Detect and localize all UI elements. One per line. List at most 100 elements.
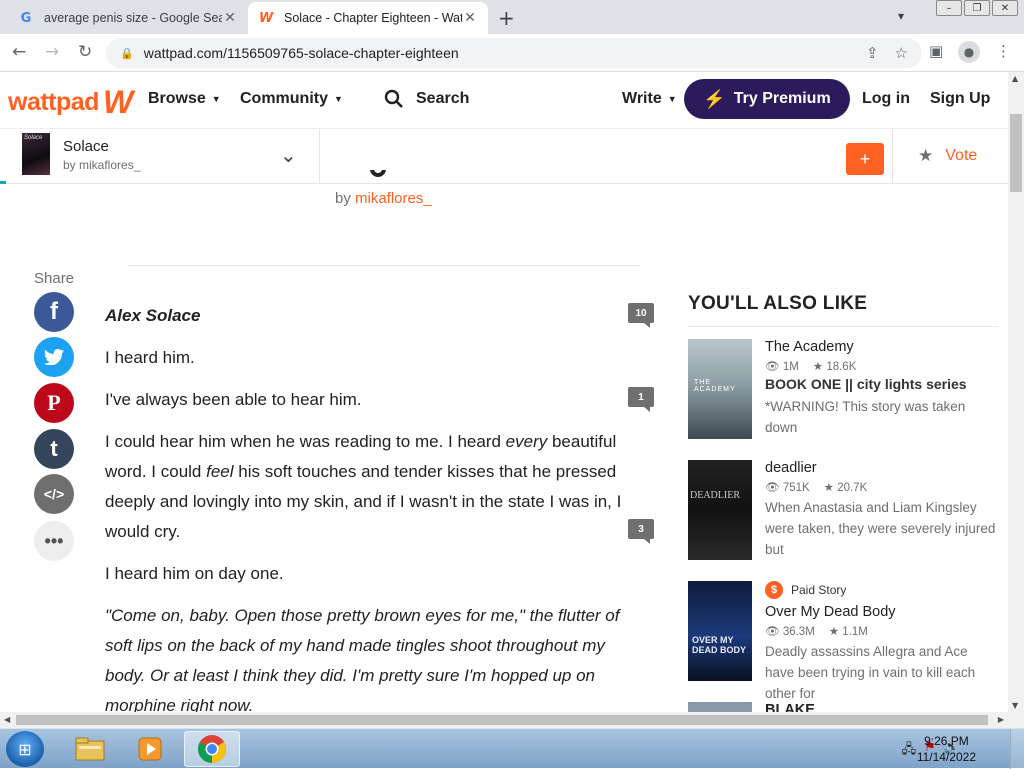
recommended-story[interactable]: DEADLIER deadlier 👁 751K ★ 20.7K When An…	[688, 460, 1000, 560]
scrollbar-thumb[interactable]	[1010, 114, 1022, 192]
caret-down-icon: ▼	[667, 93, 677, 104]
login-link[interactable]: Log in	[862, 90, 910, 108]
browse-menu[interactable]: Browse ▼	[148, 90, 221, 108]
paragraph: I've always been able to hear him.	[105, 390, 362, 409]
scroll-up-arrow-icon[interactable]: ▲	[1012, 74, 1018, 83]
story-title[interactable]: BLAKE	[765, 702, 1000, 712]
recommendations-heading: YOU'LL ALSO LIKE	[688, 293, 868, 314]
back-arrow-icon[interactable]: ←	[12, 42, 26, 62]
story-description: *WARNING! This story was taken down	[765, 399, 966, 435]
twitter-share-button[interactable]	[34, 337, 74, 377]
horizontal-scrollbar[interactable]: ◀ ▶	[0, 712, 1024, 728]
media-player-icon	[138, 737, 162, 761]
forward-arrow-icon[interactable]: →	[45, 42, 59, 62]
recommended-story[interactable]: THE ACADEMY The Academy 👁 1M ★ 18.6K BOO…	[688, 339, 1000, 439]
network-icon[interactable]: 🖧	[902, 740, 917, 762]
side-panel-icon[interactable]: ▣	[929, 42, 943, 60]
file-explorer-taskbar-button[interactable]	[62, 731, 118, 767]
close-icon[interactable]: ✕	[462, 10, 478, 26]
browser-toolbar: ← → ↻ 🔒 wattpad.com/1156509765-solace-ch…	[0, 34, 1024, 72]
close-icon[interactable]: ✕	[222, 10, 238, 26]
page-viewport: wattpad W Browse ▼ Community ▼ Search Writ…	[0, 72, 1008, 712]
taskbar-clock[interactable]: 9:26 PM 11/14/2022	[917, 733, 976, 765]
inline-comment-count[interactable]: 10	[628, 303, 654, 328]
code-embed-icon: </>	[43, 486, 65, 502]
embed-share-button[interactable]: </>	[34, 474, 74, 514]
chrome-taskbar-button[interactable]	[184, 731, 240, 767]
inline-comment-count[interactable]: 3	[628, 519, 654, 544]
write-menu[interactable]: Write ▼	[622, 90, 677, 108]
reads-count: 36.3M	[782, 626, 815, 638]
text-run-italic: feel	[206, 462, 234, 481]
chapter-title-fragment	[370, 170, 390, 186]
lightning-bolt-icon: ⚡	[703, 88, 726, 109]
maximize-button[interactable]: ❐	[964, 0, 990, 16]
paragraph: I could hear him when he was reading to …	[105, 427, 630, 547]
community-label: Community	[240, 90, 328, 107]
story-title[interactable]: Over My Dead Body	[765, 604, 1000, 620]
start-button-windows-icon[interactable]: ⊞	[6, 731, 44, 767]
try-premium-button[interactable]: ⚡ Try Premium	[684, 79, 850, 119]
tab-google-search[interactable]: G average penis size - Google Sear ✕	[8, 2, 248, 34]
story-cover[interactable]: DEADLIER	[688, 460, 752, 560]
inline-comment-count[interactable]: 1	[628, 387, 654, 412]
clock-date: 11/14/2022	[916, 750, 976, 764]
vertical-scrollbar[interactable]: ▲ ▼	[1008, 72, 1024, 712]
community-menu[interactable]: Community ▼	[240, 90, 343, 108]
facebook-share-button[interactable]: f	[34, 292, 74, 332]
star-icon: ★	[823, 482, 834, 494]
wattpad-logo[interactable]: wattpad W	[8, 84, 133, 121]
tumblr-share-button[interactable]: t	[34, 429, 74, 469]
premium-label: Try Premium	[733, 90, 831, 107]
story-title[interactable]: deadlier	[765, 460, 1000, 476]
story-tagline: BOOK ONE || city lights series	[765, 376, 967, 392]
chapter-list-chevron-icon[interactable]: ⌄	[280, 143, 297, 168]
story-title[interactable]: The Academy	[765, 339, 1000, 355]
scrollbar-thumb[interactable]	[16, 715, 988, 725]
windows-taskbar: ⊞ 🖧 ⚑ 🔊 9:26 PM 11/14/2022	[0, 728, 1024, 769]
story-cover[interactable]	[688, 702, 752, 712]
story-cover[interactable]: OVER MY DEAD BODY	[688, 581, 752, 681]
google-g-icon: G	[20, 10, 32, 26]
story-author: by mikaflores_	[63, 158, 141, 172]
media-player-taskbar-button[interactable]	[122, 731, 178, 767]
scroll-right-arrow-icon[interactable]: ▶	[998, 715, 1004, 724]
star-icon: ★	[918, 146, 934, 165]
vote-button[interactable]: ★ Vote	[918, 146, 977, 166]
search-button[interactable]: Search	[384, 89, 469, 109]
search-label: Search	[416, 90, 470, 107]
signup-link[interactable]: Sign Up	[930, 90, 990, 108]
browse-label: Browse	[148, 90, 206, 107]
pinterest-share-button[interactable]: P	[34, 383, 74, 423]
minimize-button[interactable]: –	[936, 0, 962, 16]
browser-tab-strip: G average penis size - Google Sear ✕ W S…	[0, 0, 1024, 34]
address-bar[interactable]: 🔒 wattpad.com/1156509765-solace-chapter-…	[106, 38, 922, 68]
scroll-left-arrow-icon[interactable]: ◀	[4, 715, 10, 724]
share-icon[interactable]: ⇪	[866, 44, 879, 62]
bookmark-star-icon[interactable]: ☆	[895, 44, 908, 62]
eye-icon: 👁	[765, 361, 780, 373]
paragraph: I heard him.	[105, 348, 195, 367]
tab-search-chevron-icon[interactable]: ▾	[898, 9, 904, 23]
add-to-library-button[interactable]: +	[846, 143, 884, 175]
tab-wattpad-chapter[interactable]: W Solace - Chapter Eighteen - Watt ✕	[248, 2, 488, 34]
pinterest-icon: P	[47, 390, 61, 415]
story-cover[interactable]: THE ACADEMY	[688, 339, 752, 439]
menu-kebab-icon[interactable]: ⋮	[996, 42, 1011, 60]
tumblr-icon: t	[50, 436, 58, 461]
more-share-button[interactable]: •••	[34, 521, 74, 561]
close-window-button[interactable]: ✕	[992, 0, 1018, 16]
story-toolbar: Solace Solace by mikaflores_ ⌄ + ★ Vote	[0, 128, 1008, 184]
byline-prefix: by	[335, 190, 356, 207]
reload-icon[interactable]: ↻	[78, 42, 92, 62]
recommended-story[interactable]: OVER MY DEAD BODY $ Paid Story Over My D…	[688, 581, 1000, 701]
recommended-story[interactable]: BLAKE	[688, 702, 1000, 712]
scroll-down-arrow-icon[interactable]: ▼	[1012, 701, 1018, 710]
author-link[interactable]: mikaflores_	[355, 190, 432, 207]
new-tab-button[interactable]: +	[498, 6, 515, 30]
star-icon: ★	[812, 361, 824, 373]
votes-count: 20.7K	[837, 482, 868, 494]
show-desktop-button[interactable]	[1010, 729, 1024, 769]
profile-avatar-icon[interactable]: ●	[958, 41, 980, 63]
story-cover-thumbnail[interactable]: Solace	[22, 133, 50, 175]
